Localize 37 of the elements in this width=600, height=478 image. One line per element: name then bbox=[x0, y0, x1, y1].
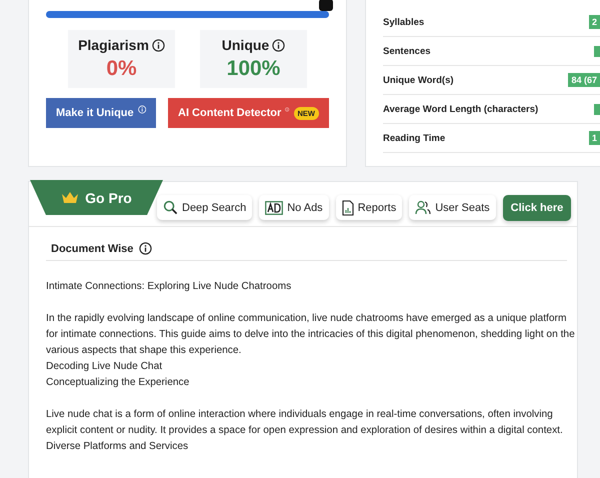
go-pro-ribbon[interactable]: Go Pro bbox=[30, 180, 163, 215]
stat-badge bbox=[594, 104, 600, 114]
stat-label: Unique Word(s) bbox=[383, 74, 454, 86]
document-chart-icon bbox=[342, 200, 354, 216]
stat-label: Syllables bbox=[383, 16, 424, 28]
document-text: Live nude chat is a form of online interaction where individuals engage in real-time conversations, often involving explicit content or nudity. It provides a space for open expression and exploration of desires within a digital context. bbox=[46, 408, 564, 438]
score-value: 0% bbox=[106, 57, 137, 81]
feature-button[interactable]: User Seats bbox=[409, 195, 496, 220]
feature-button[interactable]: No Ads bbox=[259, 195, 329, 220]
feature-button[interactable]: Reports bbox=[336, 195, 402, 220]
stat-badge: 1 bbox=[588, 131, 600, 145]
score-value: 100% bbox=[226, 57, 280, 81]
document-text: Conceptualizing the Experience bbox=[46, 376, 190, 390]
document-text: Decoding Live Nude Chat bbox=[46, 360, 164, 374]
feature-button[interactable]: Deep Search bbox=[157, 195, 252, 220]
users-icon bbox=[415, 200, 432, 215]
stat-label: Average Word Length (characters) bbox=[383, 104, 538, 114]
progress-marker-icon bbox=[319, 0, 333, 11]
stat-badge bbox=[594, 46, 600, 56]
document-text: Intimate Connections: Exploring Live Nude Chatrooms bbox=[46, 280, 292, 294]
stat-badge: 2 bbox=[588, 15, 600, 29]
document-text: In the rapidly evolving landscape of online communication, live nude chatrooms have emerged as a unique platform for intimate connections. This guide aims to delve into the intricacies of this digital phenomenon, shedding light on the various aspects that shape this experience. bbox=[46, 312, 576, 358]
stat-label: Reading Time bbox=[383, 132, 446, 144]
score-label: Plagiarism bbox=[78, 37, 149, 53]
info-icon[interactable] bbox=[139, 242, 152, 255]
action-button[interactable]: Make it Unique bbox=[46, 98, 156, 128]
search-icon bbox=[163, 200, 178, 215]
click-here-button[interactable]: Click here bbox=[502, 195, 572, 221]
document-text: Diverse Platforms and Services bbox=[46, 440, 190, 454]
section-title: Document Wise bbox=[51, 242, 134, 254]
crown-icon bbox=[61, 191, 80, 204]
ad-icon bbox=[265, 200, 284, 214]
stat-badge: 84 (67 bbox=[568, 73, 600, 87]
info-icon[interactable] bbox=[152, 38, 165, 52]
stat-label: Sentences bbox=[383, 46, 431, 56]
score-label: Unique bbox=[222, 37, 270, 53]
info-icon[interactable] bbox=[272, 38, 286, 52]
